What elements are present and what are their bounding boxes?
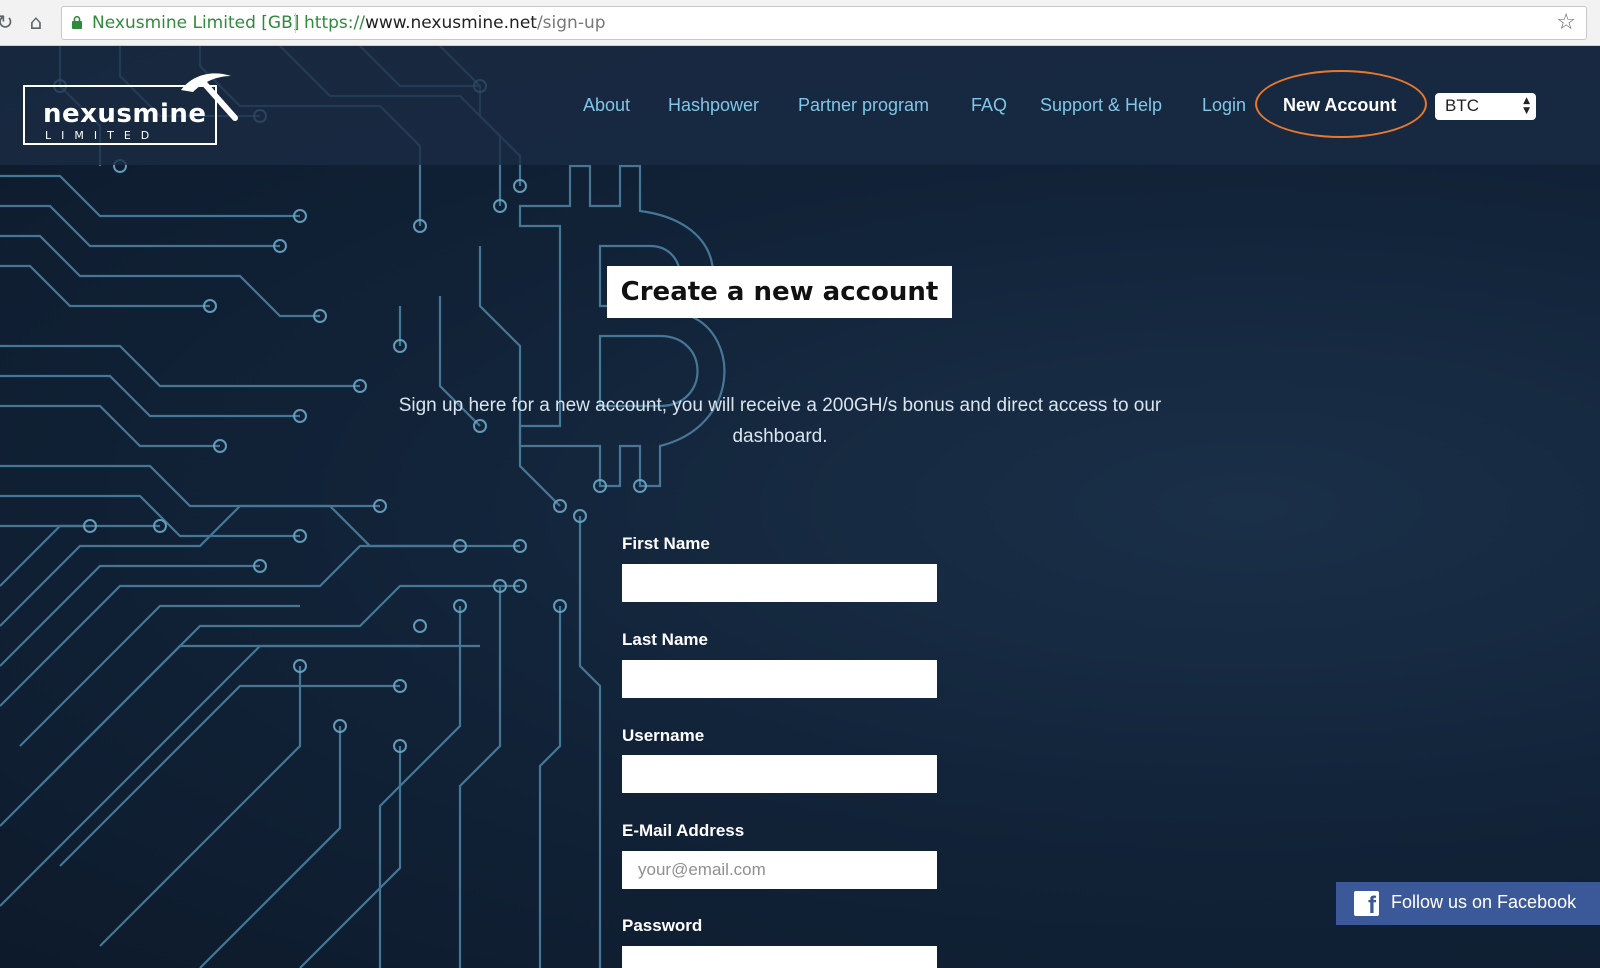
email-label: E-Mail Address bbox=[622, 821, 745, 840]
first-name-input[interactable] bbox=[622, 564, 937, 602]
nav-hashpower[interactable]: Hashpower bbox=[668, 95, 759, 116]
nav-about[interactable]: About bbox=[583, 95, 630, 116]
last-name-input[interactable] bbox=[622, 660, 937, 698]
browser-toolbar: ↻ ⌂ Nexusmine Limited [GB] https://www.n… bbox=[0, 0, 1600, 46]
password-input[interactable] bbox=[622, 946, 937, 968]
currency-select-value: BTC bbox=[1445, 96, 1479, 115]
username-label: Username bbox=[622, 726, 705, 745]
url-text[interactable]: https://www.nexusmine.net/sign-up bbox=[304, 13, 606, 33]
last-name-label: Last Name bbox=[622, 630, 708, 649]
page: nexusmine LIMITED About Hashpower Partne… bbox=[0, 46, 1600, 968]
page-title: Create a new account bbox=[620, 277, 939, 307]
intro-text: Sign up here for a new account, you will… bbox=[398, 395, 1162, 447]
page-title-box: Create a new account bbox=[607, 266, 952, 318]
new-account-highlight-circle bbox=[1255, 70, 1427, 138]
nav-partner-program[interactable]: Partner program bbox=[798, 95, 929, 116]
url-scheme: https:// bbox=[304, 13, 365, 33]
lock-icon bbox=[72, 16, 82, 29]
logo-subtitle: LIMITED bbox=[45, 129, 160, 142]
nav-faq[interactable]: FAQ bbox=[971, 95, 1007, 116]
address-bar[interactable]: Nexusmine Limited [GB] https://www.nexus… bbox=[61, 6, 1587, 40]
url-divider bbox=[295, 13, 296, 33]
nav-login[interactable]: Login bbox=[1202, 95, 1246, 116]
nav-support-help[interactable]: Support & Help bbox=[1040, 95, 1162, 116]
facebook-follow-button[interactable]: f Follow us on Facebook bbox=[1336, 882, 1600, 925]
first-name-label: First Name bbox=[622, 534, 710, 553]
url-path: /sign-up bbox=[536, 13, 606, 33]
password-label: Password bbox=[622, 916, 703, 935]
url-host: www.nexusmine.net bbox=[364, 13, 537, 33]
facebook-icon: f bbox=[1354, 891, 1379, 919]
facebook-follow-label: Follow us on Facebook bbox=[1391, 892, 1577, 912]
bookmark-star-icon[interactable]: ☆ bbox=[1556, 10, 1576, 35]
site-header: nexusmine LIMITED About Hashpower Partne… bbox=[0, 46, 1600, 165]
home-icon[interactable]: ⌂ bbox=[25, 11, 47, 33]
currency-select[interactable]: BTC ▲ ▼ bbox=[1435, 93, 1536, 120]
email-input[interactable] bbox=[622, 851, 937, 889]
select-arrows-icon: ▲ ▼ bbox=[1523, 96, 1530, 116]
reload-icon[interactable]: ↻ bbox=[0, 11, 16, 33]
username-input[interactable] bbox=[622, 755, 937, 793]
site-identity: Nexusmine Limited [GB] bbox=[92, 13, 300, 33]
